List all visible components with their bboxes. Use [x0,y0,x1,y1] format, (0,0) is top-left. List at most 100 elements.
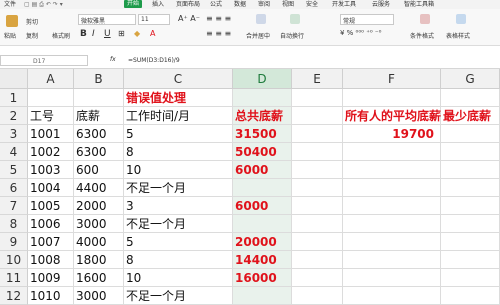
cell-g10[interactable] [441,251,500,269]
cell-e10[interactable] [292,251,343,269]
cell-d4[interactable]: 50400 [233,143,292,161]
column-header-e[interactable]: E [292,69,343,89]
cell-f6[interactable] [343,179,441,197]
column-header-c[interactable]: C [124,69,233,89]
format-painter-button[interactable]: 格式刷 [52,31,70,40]
cell-f4[interactable] [343,143,441,161]
menu-file[interactable]: 文件 [4,0,16,9]
number-format-icons[interactable]: ¥ % ⁰⁰⁰ ⁺⁰ ⁻⁰ [340,29,381,37]
menu-developer[interactable]: 开发工具 [332,0,356,9]
cell-a8[interactable]: 1006 [28,215,74,233]
cell-c5[interactable]: 10 [124,161,233,179]
cell-g7[interactable] [441,197,500,215]
underline-icon[interactable]: U [104,29,111,39]
fill-color-icon[interactable]: ◆ [134,29,140,38]
number-format-select[interactable]: 常规 [340,14,394,25]
merge-center-button[interactable]: 合并居中 [246,31,270,40]
font-name-select[interactable]: 微软雅黑 [78,14,136,25]
cell-d2[interactable]: 总共底薪 [233,107,292,125]
cell-a5[interactable]: 1003 [28,161,74,179]
column-header-f[interactable]: F [343,69,441,89]
cell-g3[interactable] [441,125,500,143]
cell-g6[interactable] [441,179,500,197]
cell-f7[interactable] [343,197,441,215]
conditional-format-button[interactable]: 条件格式 [410,31,434,40]
cell-e2[interactable] [292,107,343,125]
cell-e3[interactable] [292,125,343,143]
row-header-9[interactable]: 9 [0,233,28,251]
column-header-g[interactable]: G [441,69,500,89]
cell-a10[interactable]: 1008 [28,251,74,269]
row-header-4[interactable]: 4 [0,143,28,161]
border-icon[interactable]: ⊞ [118,29,125,38]
cell-d9[interactable]: 20000 [233,233,292,251]
cell-g4[interactable] [441,143,500,161]
cell-e4[interactable] [292,143,343,161]
bold-icon[interactable]: B [80,29,87,39]
row-header-11[interactable]: 11 [0,269,28,287]
cell-d6[interactable] [233,179,292,197]
cell-e7[interactable] [292,197,343,215]
cell-f9[interactable] [343,233,441,251]
cell-d8[interactable] [233,215,292,233]
cell-b6[interactable]: 4400 [74,179,124,197]
cell-c6[interactable]: 不足一个月 [124,179,233,197]
cell-b3[interactable]: 6300 [74,125,124,143]
cell-b10[interactable]: 1800 [74,251,124,269]
cell-c2[interactable]: 工作时间/月 [124,107,233,125]
cell-f1[interactable] [343,89,441,107]
menu-page-layout[interactable]: 页面布局 [176,0,200,9]
cell-a6[interactable]: 1004 [28,179,74,197]
row-header-3[interactable]: 3 [0,125,28,143]
merge-center-icon[interactable] [256,14,266,24]
cell-d11[interactable]: 16000 [233,269,292,287]
cell-b2[interactable]: 底薪 [74,107,124,125]
paste-button[interactable]: 粘贴 [4,31,16,40]
row-header-6[interactable]: 6 [0,179,28,197]
cell-a11[interactable]: 1009 [28,269,74,287]
cell-d10[interactable]: 14400 [233,251,292,269]
cell-g9[interactable] [441,233,500,251]
cell-d3[interactable]: 31500 [233,125,292,143]
cell-e1[interactable] [292,89,343,107]
font-grow-shrink-icons[interactable]: A⁺ A⁻ [178,14,200,23]
font-color-icon[interactable]: A [150,29,155,38]
cell-e11[interactable] [292,269,343,287]
cell-a7[interactable]: 1005 [28,197,74,215]
menu-data[interactable]: 数据 [234,0,246,9]
cell-d5[interactable]: 6000 [233,161,292,179]
cell-c1[interactable]: 错误值处理 [124,89,233,107]
menu-insert[interactable]: 插入 [152,0,164,9]
cell-b11[interactable]: 1600 [74,269,124,287]
column-header-a[interactable]: A [28,69,74,89]
cell-c7[interactable]: 3 [124,197,233,215]
cell-e9[interactable] [292,233,343,251]
menu-security[interactable]: 安全 [306,0,318,9]
align-top-icons[interactable]: ≡ ≡ ≡ [206,14,231,23]
cell-c10[interactable]: 8 [124,251,233,269]
cell-f2[interactable]: 所有人的平均底薪 [343,107,441,125]
copy-button[interactable]: 复制 [26,31,38,40]
cut-button[interactable]: 剪切 [26,17,38,26]
cell-g11[interactable] [441,269,500,287]
cell-g2[interactable]: 最少底薪 [441,107,500,125]
wrap-text-button[interactable]: 自动换行 [280,31,304,40]
cell-d1[interactable] [233,89,292,107]
column-header-d[interactable]: D [233,69,292,89]
row-header-8[interactable]: 8 [0,215,28,233]
menu-smart-toolbox[interactable]: 智能工具箱 [404,0,434,9]
cell-e8[interactable] [292,215,343,233]
formula-input[interactable]: =SUM(D3:D16)/9 [128,57,180,64]
menu-cloud[interactable]: 云服务 [372,0,390,9]
conditional-format-icon[interactable] [420,14,430,24]
cell-b1[interactable] [74,89,124,107]
cell-g8[interactable] [441,215,500,233]
row-header-5[interactable]: 5 [0,161,28,179]
row-header-7[interactable]: 7 [0,197,28,215]
table-style-button[interactable]: 表格样式 [446,31,470,40]
cell-f11[interactable] [343,269,441,287]
font-size-select[interactable]: 11 [138,14,170,25]
cell-c8[interactable]: 不足一个月 [124,215,233,233]
cell-f3[interactable]: 19700 [343,125,441,143]
name-box[interactable]: D17 [0,55,88,66]
